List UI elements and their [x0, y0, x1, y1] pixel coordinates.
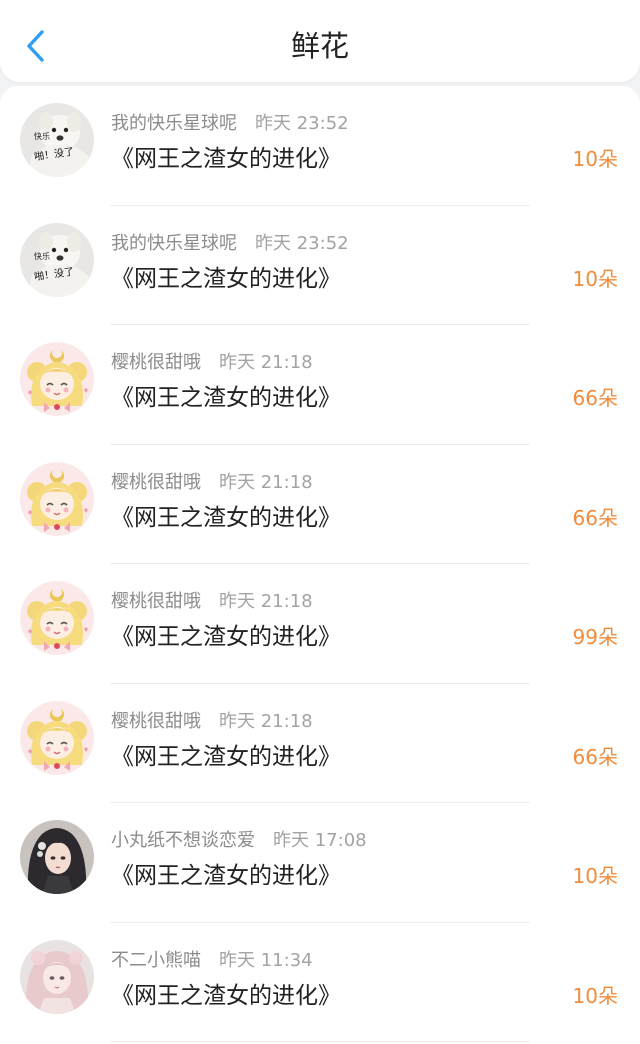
timestamp: 昨天 21:18	[219, 352, 313, 373]
avatar-image	[20, 939, 94, 1014]
record-row[interactable]: 快乐 啪！没了 我的快乐星球呢 昨天 23:52 《网王之渣女的进化》 10朵	[0, 86, 640, 206]
avatar-image	[20, 700, 94, 775]
timestamp: 昨天 21:18	[219, 471, 313, 493]
book-title[interactable]: 《网王之渣女的进化》	[111, 502, 341, 534]
record-meta: 樱桃很甜哦 昨天 21:18	[111, 710, 313, 734]
flower-count: 99朵	[572, 625, 618, 649]
record-meta: 樱桃很甜哦 昨天 21:18	[111, 590, 313, 614]
avatar[interactable]	[20, 700, 94, 775]
avatar-image	[20, 461, 94, 536]
record-meta: 樱桃很甜哦 昨天 21:18	[111, 351, 313, 375]
timestamp: 昨天 23:52	[255, 232, 349, 254]
timestamp: 昨天 21:18	[219, 710, 313, 732]
flower-count: 10朵	[572, 983, 618, 1008]
book-title[interactable]: 《网王之渣女的进化》	[111, 860, 341, 892]
book-title[interactable]: 《网王之渣女的进化》	[111, 382, 341, 414]
username[interactable]: 我的快乐星球呢	[111, 233, 237, 254]
username[interactable]: 我的快乐星球呢	[111, 113, 237, 134]
flower-count: 66朵	[572, 744, 618, 769]
record-meta: 小丸纸不想谈恋爱 昨天 17:08	[111, 829, 367, 853]
record-row[interactable]: 樱桃很甜哦 昨天 21:18 《网王之渣女的进化》 66朵	[0, 684, 640, 803]
username[interactable]: 樱桃很甜哦	[111, 711, 201, 732]
record-meta: 我的快乐星球呢 昨天 23:52	[111, 112, 349, 136]
flower-count: 10朵	[572, 864, 618, 888]
divider	[110, 1041, 530, 1042]
avatar-image: 快乐啪！没了	[20, 103, 94, 177]
avatar[interactable]: 快乐 啪！没了	[20, 103, 94, 177]
avatar[interactable]	[20, 461, 94, 536]
record-row[interactable]: 小丸纸不想谈恋爱 昨天 17:08 《网王之渣女的进化》 10朵	[0, 803, 640, 923]
top-nav-bar: 鲜花	[0, 0, 640, 82]
username[interactable]: 樱桃很甜哦	[111, 472, 201, 493]
flower-records-list: 快乐 啪！没了 我的快乐星球呢 昨天 23:52 《网王之渣女的进化》 10朵 快乐…	[0, 86, 640, 1044]
record-meta: 不二小熊喵 昨天 11:34	[111, 949, 313, 973]
username[interactable]: 不二小熊喵	[111, 950, 201, 971]
timestamp: 昨天 17:08	[273, 830, 367, 851]
record-row[interactable]: 樱桃很甜哦 昨天 21:18 《网王之渣女的进化》 66朵	[0, 445, 640, 564]
avatar[interactable]: 快乐 啪！没了	[20, 222, 94, 297]
flower-count: 66朵	[572, 505, 618, 530]
timestamp: 昨天 21:18	[219, 591, 313, 612]
avatar[interactable]	[20, 581, 94, 655]
record-meta: 樱桃很甜哦 昨天 21:18	[111, 471, 313, 495]
avatar-image	[20, 820, 94, 894]
svg-text:快乐: 快乐	[34, 131, 50, 141]
avatar[interactable]	[20, 820, 94, 894]
username[interactable]: 樱桃很甜哦	[111, 352, 201, 373]
flower-count: 66朵	[572, 386, 618, 410]
book-title[interactable]: 《网王之渣女的进化》	[111, 741, 341, 773]
record-row[interactable]: 樱桃很甜哦 昨天 21:18 《网王之渣女的进化》 99朵	[0, 564, 640, 684]
avatar[interactable]	[20, 939, 94, 1014]
record-row[interactable]: 不二小熊喵 昨天 11:34 《网王之渣女的进化》 10朵	[0, 923, 640, 1042]
record-row[interactable]: 快乐 啪！没了 我的快乐星球呢 昨天 23:52 《网王之渣女的进化》 10朵	[0, 206, 640, 325]
timestamp: 昨天 11:34	[219, 949, 313, 971]
flower-count: 10朵	[572, 266, 618, 291]
avatar[interactable]	[20, 342, 94, 416]
flower-count: 10朵	[572, 147, 618, 171]
book-title[interactable]: 《网王之渣女的进化》	[111, 263, 341, 295]
book-title[interactable]: 《网王之渣女的进化》	[111, 980, 341, 1012]
page-title: 鲜花	[290, 29, 349, 63]
username[interactable]: 樱桃很甜哦	[111, 591, 201, 612]
avatar-image: 快乐啪！没了	[20, 222, 94, 297]
record-meta: 我的快乐星球呢 昨天 23:52	[111, 232, 349, 256]
username[interactable]: 小丸纸不想谈恋爱	[111, 830, 255, 851]
timestamp: 昨天 23:52	[255, 113, 349, 134]
avatar-image	[20, 581, 94, 655]
book-title[interactable]: 《网王之渣女的进化》	[111, 621, 341, 653]
record-row[interactable]: 樱桃很甜哦 昨天 21:18 《网王之渣女的进化》 66朵	[0, 325, 640, 445]
avatar-image	[20, 342, 94, 416]
book-title[interactable]: 《网王之渣女的进化》	[111, 143, 341, 175]
svg-text:快乐: 快乐	[34, 251, 50, 261]
